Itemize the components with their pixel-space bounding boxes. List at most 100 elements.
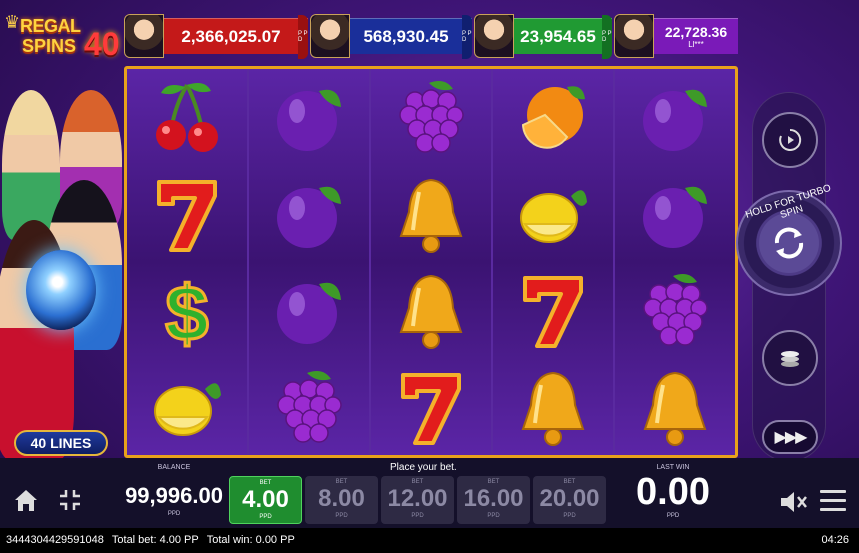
clock: 04:26 <box>821 534 849 546</box>
bell-symbol <box>615 359 735 456</box>
round-id: 3444304429591048 <box>6 534 104 546</box>
bell-symbol <box>371 262 491 359</box>
lemon-symbol <box>127 359 247 456</box>
bet-label: BET <box>259 480 272 486</box>
fullscreen-button[interactable] <box>50 480 90 520</box>
reel-area: $ <box>124 66 738 458</box>
fullscreen-icon <box>60 490 80 510</box>
bet-selector: BET 4.00 PPD BET 8.00 PPD BET 12.00 PPD … <box>229 476 606 524</box>
jackpot-currency: P P D <box>462 14 472 59</box>
jackpot-winner: Ll*** <box>688 40 704 49</box>
bell-symbol <box>493 359 613 456</box>
bet-currency: PPD <box>487 513 500 519</box>
bet-value: 16.00 <box>463 485 524 512</box>
jackpot-green: 23,954.65 P P D <box>474 14 612 59</box>
reel <box>615 69 735 455</box>
jackpot-purple: 22,728.36 Ll*** <box>614 14 738 58</box>
seven-symbol <box>127 166 247 263</box>
cherries-symbol <box>127 69 247 166</box>
autoplay-icon <box>779 128 802 151</box>
lines-badge: 40 LINES <box>14 430 108 456</box>
jackpot-amount: 568,930.45 <box>363 26 449 46</box>
jackpot-avatar <box>474 14 514 58</box>
bet-currency: PPD <box>563 513 576 519</box>
plum-symbol <box>615 166 735 263</box>
jackpot-amount: 22,728.36 <box>664 24 728 40</box>
plum-symbol <box>249 262 369 359</box>
autoplay-button[interactable] <box>762 112 818 168</box>
logo-number: 40 <box>84 26 120 62</box>
jackpot-avatar <box>124 14 164 58</box>
last-win-label: LAST WIN <box>656 464 690 471</box>
coins-icon <box>781 351 799 367</box>
grapes-symbol <box>371 69 491 166</box>
lemon-symbol <box>493 166 613 263</box>
balance-value: 99,996.00 <box>125 483 223 508</box>
last-win-currency: PPD <box>666 513 680 519</box>
reel <box>493 69 615 455</box>
bet-option[interactable]: BET 8.00 PPD <box>305 476 378 524</box>
bet-value: 20.00 <box>539 485 600 512</box>
last-win-value: 0.00 <box>636 471 710 513</box>
total-win: Total win: 0.00 PP <box>206 534 295 546</box>
balance-display: BALANCE 99,996.00 PPD <box>124 458 224 528</box>
menu-button[interactable] <box>820 490 846 517</box>
reel <box>249 69 371 455</box>
jackpot-currency: P P D <box>602 14 612 59</box>
jackpot-currency: P P D <box>298 14 308 59</box>
plum-symbol <box>615 69 735 166</box>
jackpot-amount: 23,954.65 <box>520 26 596 46</box>
bottom-bar: BALANCE 99,996.00 PPD Place your bet. BE… <box>0 458 859 528</box>
orange-symbol <box>493 69 613 166</box>
logo-line1: REGAL <box>20 16 81 36</box>
seven-symbol <box>371 359 491 456</box>
sound-toggle-button[interactable] <box>778 488 808 521</box>
game-logo: ♛ REGAL SPINS 40 <box>4 12 122 64</box>
seven-symbol <box>493 262 613 359</box>
crown-icon: ♛ <box>4 12 21 32</box>
game-stage: ♛ REGAL SPINS 40 2,366,025.07 P P D 568,… <box>0 0 859 553</box>
fast-forward-button[interactable]: ▶▶▶ <box>762 420 818 454</box>
jackpot-avatar <box>614 14 654 58</box>
bet-option[interactable]: BET 4.00 PPD <box>229 476 302 524</box>
balance-currency: PPD <box>167 511 181 517</box>
bet-label: BET <box>563 479 576 485</box>
bet-value: 4.00 <box>242 486 289 513</box>
crystal-orb <box>26 250 96 330</box>
bet-value: 12.00 <box>387 485 448 512</box>
reel <box>371 69 493 455</box>
home-button[interactable] <box>6 480 46 520</box>
jackpot-amount: 2,366,025.07 <box>181 26 281 46</box>
logo-line2: SPINS <box>22 36 77 56</box>
bet-option[interactable]: BET 12.00 PPD <box>381 476 454 524</box>
balance-label: BALANCE <box>157 464 191 471</box>
bet-option[interactable]: BET 16.00 PPD <box>457 476 530 524</box>
jackpot-avatar <box>310 14 350 58</box>
svg-text:$: $ <box>165 269 208 352</box>
bell-symbol <box>371 166 491 263</box>
bet-label: BET <box>487 479 500 485</box>
bet-currency: PPD <box>411 513 424 519</box>
menu-icon <box>820 490 846 493</box>
reel: $ <box>127 69 249 455</box>
spin-icon <box>774 227 804 259</box>
bet-value: 8.00 <box>318 485 365 512</box>
bet-currency: PPD <box>259 514 272 520</box>
bet-currency: PPD <box>335 513 348 519</box>
plum-symbol <box>249 166 369 263</box>
mute-icon <box>781 492 807 512</box>
bet-label: BET <box>335 479 348 485</box>
dollar-symbol: $ <box>127 262 247 359</box>
jackpot-red: 2,366,025.07 P P D <box>124 14 308 59</box>
home-icon <box>15 490 37 511</box>
bet-option[interactable]: BET 20.00 PPD <box>533 476 606 524</box>
status-bar: 3444304429591048 Total bet: 4.00 PP Tota… <box>0 528 859 553</box>
grapes-symbol <box>249 359 369 456</box>
last-win-display: LAST WIN 0.00 PPD <box>610 458 736 528</box>
bet-settings-button[interactable] <box>762 330 818 386</box>
place-bet-hint: Place your bet. <box>390 462 457 473</box>
plum-symbol <box>249 69 369 166</box>
total-bet: Total bet: 4.00 PP <box>111 534 199 546</box>
jackpot-blue: 568,930.45 P P D <box>310 14 472 59</box>
bet-label: BET <box>411 479 424 485</box>
